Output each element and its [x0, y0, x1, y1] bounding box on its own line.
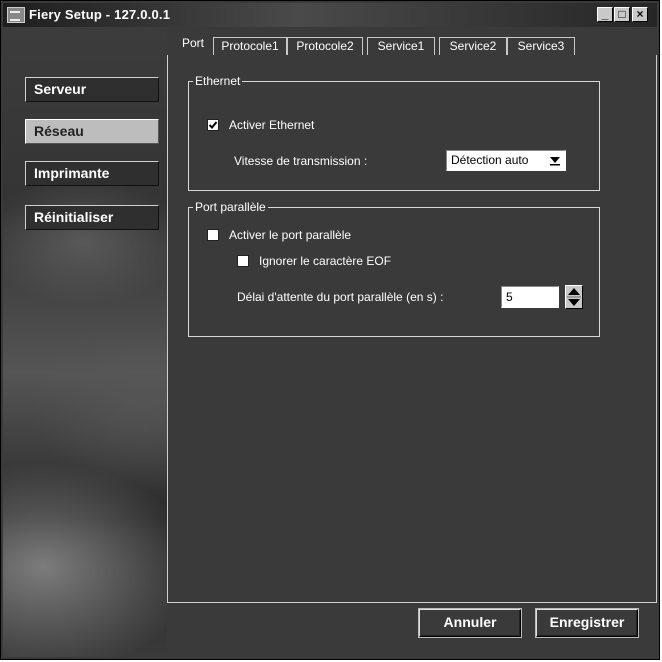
app-icon [7, 7, 25, 23]
sidebar-item-reseau[interactable]: Réseau [25, 119, 159, 144]
timeout-label: Délai d'attente du port parallèle (en s)… [237, 290, 444, 304]
activer-port-parallele-checkbox[interactable] [207, 229, 219, 241]
annuler-button[interactable]: Annuler [419, 609, 521, 637]
checkmark-icon [208, 121, 218, 129]
sidebar-item-serveur[interactable]: Serveur [25, 77, 159, 102]
activer-ethernet-label: Activer Ethernet [229, 118, 315, 132]
enregistrer-button[interactable]: Enregistrer [536, 609, 638, 637]
maximize-button[interactable]: □ [614, 7, 630, 22]
vitesse-label: Vitesse de transmission : [234, 154, 368, 168]
timeout-stepper[interactable] [565, 285, 583, 309]
vitesse-select-value: Détection auto [451, 153, 529, 167]
ignorer-eof-label: Ignorer le caractère EOF [259, 254, 392, 268]
tab-port[interactable]: Port [173, 35, 213, 56]
sidebar-item-reinitialiser[interactable]: Réinitialiser [25, 205, 159, 230]
minimize-button[interactable]: _ [597, 7, 613, 22]
parallel-port-group: Port parallèle Activer le port parallèle… [188, 200, 600, 337]
app-window: Fiery Setup - 127.0.0.1 _ □ × Serveur Ré… [0, 0, 660, 660]
tab-service1[interactable]: Service1 [367, 37, 435, 55]
dropdown-arrow-icon [550, 157, 560, 166]
close-button[interactable]: × [632, 7, 648, 22]
ignorer-eof-checkbox[interactable] [237, 255, 249, 267]
spin-arrows-icon [567, 288, 581, 306]
tab-service3[interactable]: Service3 [507, 37, 575, 55]
tab-protocole1[interactable]: Protocole1 [213, 37, 287, 55]
vitesse-select[interactable]: Détection auto [446, 150, 566, 171]
tab-panel-port: Ethernet Activer Ethernet Vitesse de tra… [167, 55, 657, 603]
ethernet-group-title: Ethernet [193, 74, 243, 88]
title-bar[interactable]: Fiery Setup - 127.0.0.1 _ □ × [3, 3, 657, 27]
sidebar-item-imprimante[interactable]: Imprimante [25, 161, 159, 186]
parallel-port-group-title: Port parallèle [193, 200, 268, 214]
activer-ethernet-checkbox[interactable] [207, 119, 219, 131]
ethernet-group: Ethernet Activer Ethernet Vitesse de tra… [188, 74, 600, 191]
tab-protocole2[interactable]: Protocole2 [287, 37, 363, 55]
tab-bar: Port Protocole1 Protocole2 Service1 Serv… [167, 27, 657, 56]
tab-service2[interactable]: Service2 [439, 37, 507, 55]
sidebar: Serveur Réseau Imprimante Réinitialiser [3, 27, 167, 657]
activer-port-parallele-label: Activer le port parallèle [229, 228, 352, 242]
window-title: Fiery Setup - 127.0.0.1 [29, 7, 171, 22]
timeout-input[interactable]: 5 [501, 286, 559, 308]
